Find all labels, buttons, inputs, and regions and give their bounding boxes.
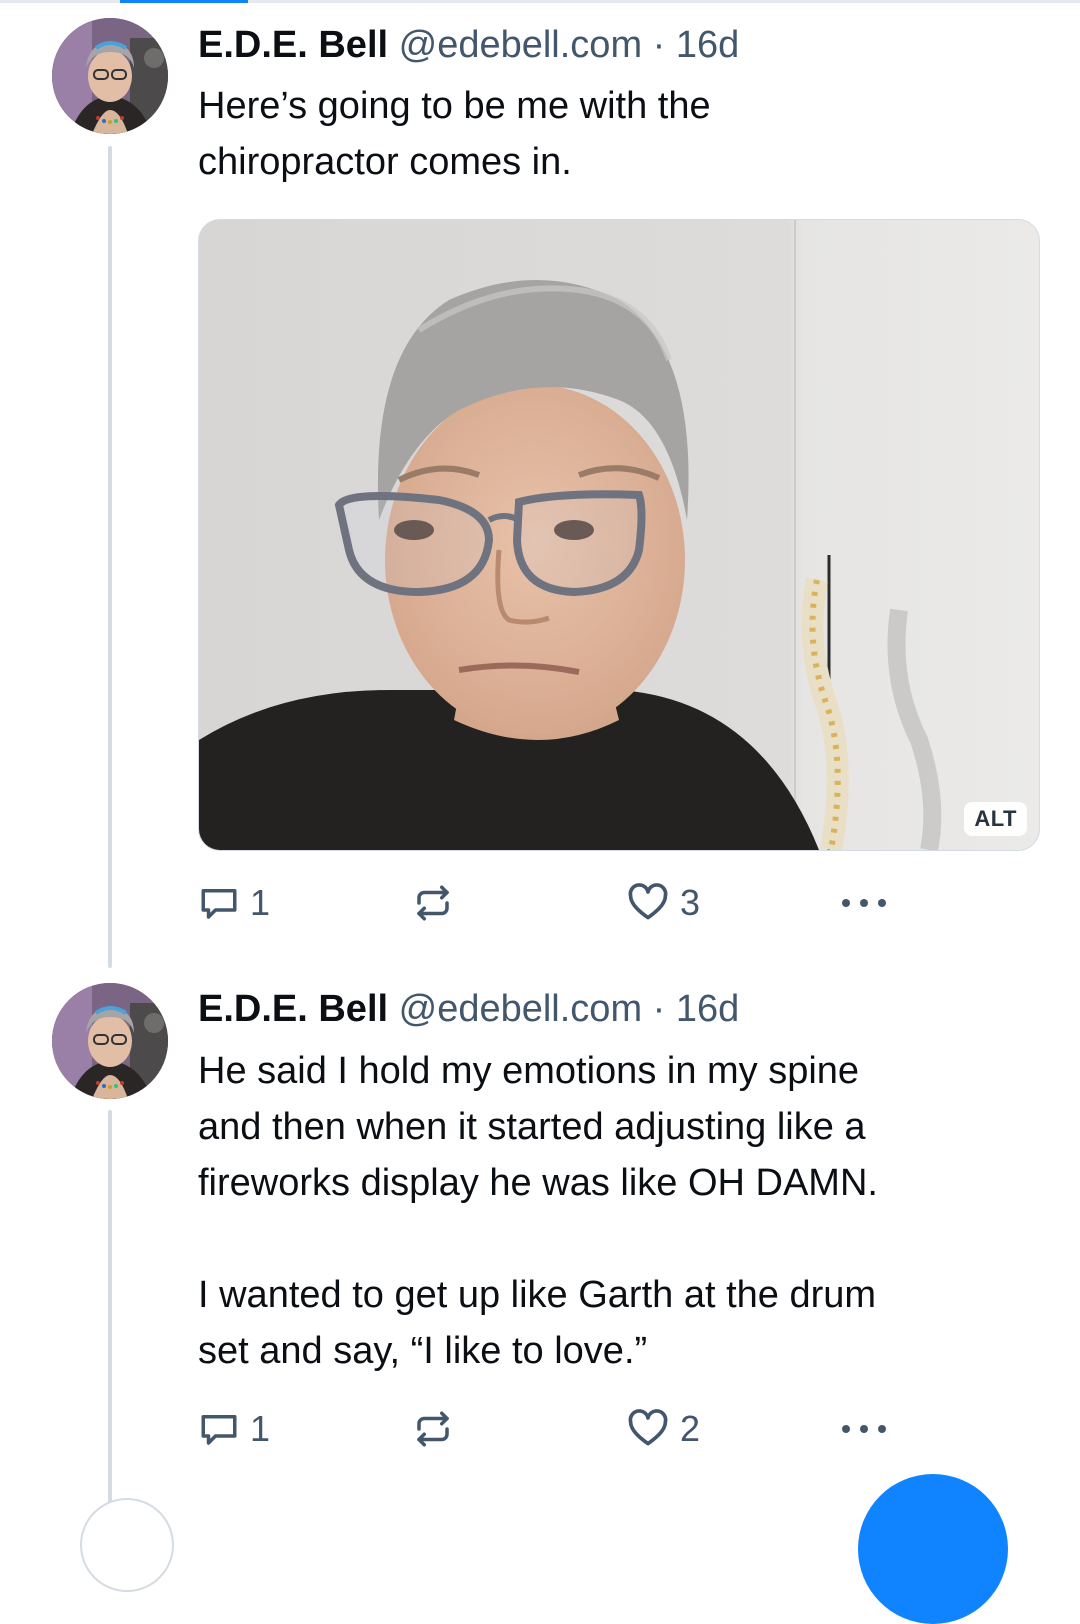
- repost-button[interactable]: [412, 1404, 454, 1454]
- post-age[interactable]: 16d: [676, 24, 739, 66]
- repost-button[interactable]: [412, 878, 454, 928]
- author-name[interactable]: E.D.E. Bell: [198, 988, 388, 1030]
- repost-arrows-icon: [412, 882, 454, 924]
- post-header: E.D.E. Bell @edebell.com · 16d: [198, 986, 739, 1032]
- author-handle[interactable]: @edebell.com: [399, 24, 642, 66]
- reply-button[interactable]: 1: [198, 878, 270, 928]
- heart-outline-icon: [626, 881, 670, 925]
- post-image[interactable]: ALT: [198, 219, 1040, 851]
- like-count: 2: [680, 1408, 701, 1449]
- reply-count: 1: [250, 1408, 271, 1449]
- compose-fab[interactable]: [858, 1474, 1008, 1624]
- like-count: 3: [680, 882, 701, 923]
- more-options-button[interactable]: [838, 878, 890, 928]
- heart-outline-icon: [626, 1407, 670, 1451]
- thread-connector: [108, 1110, 112, 1507]
- post-text: He said I hold my emotions in my spine a…: [198, 1050, 878, 1372]
- avatar[interactable]: [52, 983, 168, 1099]
- next-post-avatar[interactable]: [80, 1498, 174, 1592]
- avatar[interactable]: [52, 18, 168, 134]
- more-options-button[interactable]: [838, 1404, 890, 1454]
- repost-arrows-icon: [412, 1408, 454, 1450]
- alt-text-badge[interactable]: ALT: [964, 802, 1027, 836]
- separator: ·: [652, 988, 666, 1030]
- reply-button[interactable]: 1: [198, 1404, 270, 1454]
- post-text: Here’s going to be me with the chiroprac…: [198, 85, 711, 183]
- like-button[interactable]: 3: [626, 878, 700, 928]
- more-dots-icon: [838, 1419, 890, 1439]
- like-button[interactable]: 2: [626, 1404, 700, 1454]
- thread-connector: [108, 146, 112, 968]
- author-name[interactable]: E.D.E. Bell: [198, 24, 388, 66]
- separator: ·: [652, 24, 666, 66]
- author-handle[interactable]: @edebell.com: [399, 988, 642, 1030]
- speech-bubble-icon: [198, 1408, 240, 1450]
- active-tab-indicator: [120, 0, 248, 3]
- post-age[interactable]: 16d: [676, 988, 739, 1030]
- post-header: E.D.E. Bell @edebell.com · 16d: [198, 22, 739, 68]
- speech-bubble-icon: [198, 882, 240, 924]
- post-actions: 1 2: [198, 1404, 918, 1454]
- more-dots-icon: [838, 893, 890, 913]
- post-actions: 1 3: [198, 878, 918, 928]
- reply-count: 1: [250, 882, 271, 923]
